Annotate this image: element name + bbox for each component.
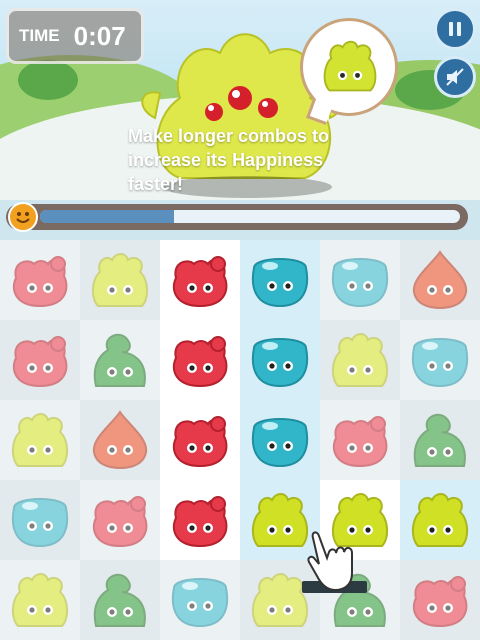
yellow-spiky-jelly-icon [332,333,388,387]
green-curl-jelly-icon [413,413,466,467]
board-cell[interactable] [320,320,400,400]
red-bear-jelly-icon [172,256,228,308]
board-cell[interactable] [400,400,480,480]
timer-label: TIME [19,26,60,45]
orange-drop-jelly-icon [92,410,148,470]
yellow-spiky-jelly-icon [12,413,68,467]
mute-button[interactable] [434,56,476,98]
board-cell[interactable] [160,320,240,400]
smiley-face-icon [8,202,38,232]
board-cell[interactable] [80,320,160,400]
tutorial-line: Make longer combos to [128,126,330,146]
board-cell[interactable] [240,240,320,320]
orange-drop-jelly-icon [412,250,468,310]
pointer-hand-icon [307,531,353,592]
teal-blob-jelly-icon [251,258,309,308]
board-cell[interactable] [0,560,80,640]
board-cell[interactable] [0,240,80,320]
board-cell[interactable] [80,480,160,560]
board-cell[interactable] [160,400,240,480]
tutorial-tip: Make longer combos to increase its Happi… [128,124,388,196]
board-cell[interactable] [160,480,240,560]
background-tree [18,60,78,100]
board-cell[interactable] [80,240,160,320]
timer-value: 0:07 [73,20,126,51]
board-cell[interactable] [240,320,320,400]
red-bear-jelly-icon [412,576,468,628]
red-bear-jelly-icon [12,256,68,308]
board-cell[interactable] [400,560,480,640]
red-bear-jelly-icon [172,336,228,388]
green-curl-jelly-icon [93,573,146,627]
red-bear-jelly-icon [172,496,228,548]
happiness-fill [40,210,175,223]
yellow-spiky-jelly-icon [12,573,68,627]
teal-blob-jelly-icon [251,338,309,388]
board-cell[interactable] [400,240,480,320]
game-board[interactable] [0,240,480,640]
tutorial-line: faster! [128,174,184,194]
board-cell[interactable] [240,400,320,480]
board-cell[interactable] [320,400,400,480]
teal-blob-jelly-icon [331,258,389,308]
game-scene: TIME 0:07 Make longer combos to increase… [0,0,480,200]
pause-icon [449,22,461,36]
teal-blob-jelly-icon [171,578,229,628]
yellow-spiky-jelly-icon [252,493,308,547]
yellow-spiky-jelly-icon [92,253,148,307]
teal-blob-jelly-icon [411,338,469,388]
board-cell[interactable] [0,400,80,480]
speech-bubble [300,18,398,125]
board-cell[interactable] [400,320,480,400]
red-bear-jelly-icon [332,416,388,468]
board-cell[interactable] [0,320,80,400]
tutorial-line: increase its Happiness [128,150,324,170]
board-cell[interactable] [0,480,80,560]
happiness-bar [6,202,468,232]
sound-muted-icon [446,68,464,86]
wanted-jelly-icon [323,40,377,92]
red-bear-jelly-icon [172,416,228,468]
red-bear-jelly-icon [12,336,68,388]
board-cell[interactable] [160,240,240,320]
yellow-spiky-jelly-icon [412,493,468,547]
timer-panel: TIME 0:07 [6,8,144,64]
board-cell[interactable] [160,560,240,640]
board-cell[interactable] [80,560,160,640]
teal-blob-jelly-icon [251,418,309,468]
pause-button[interactable] [434,8,476,50]
happiness-track [40,210,460,223]
board-cell[interactable] [80,400,160,480]
green-curl-jelly-icon [93,333,146,387]
board-cell[interactable] [400,480,480,560]
board-cell[interactable] [320,240,400,320]
yellow-spiky-jelly-icon [252,573,308,627]
teal-blob-jelly-icon [11,498,69,548]
red-bear-jelly-icon [92,496,148,548]
